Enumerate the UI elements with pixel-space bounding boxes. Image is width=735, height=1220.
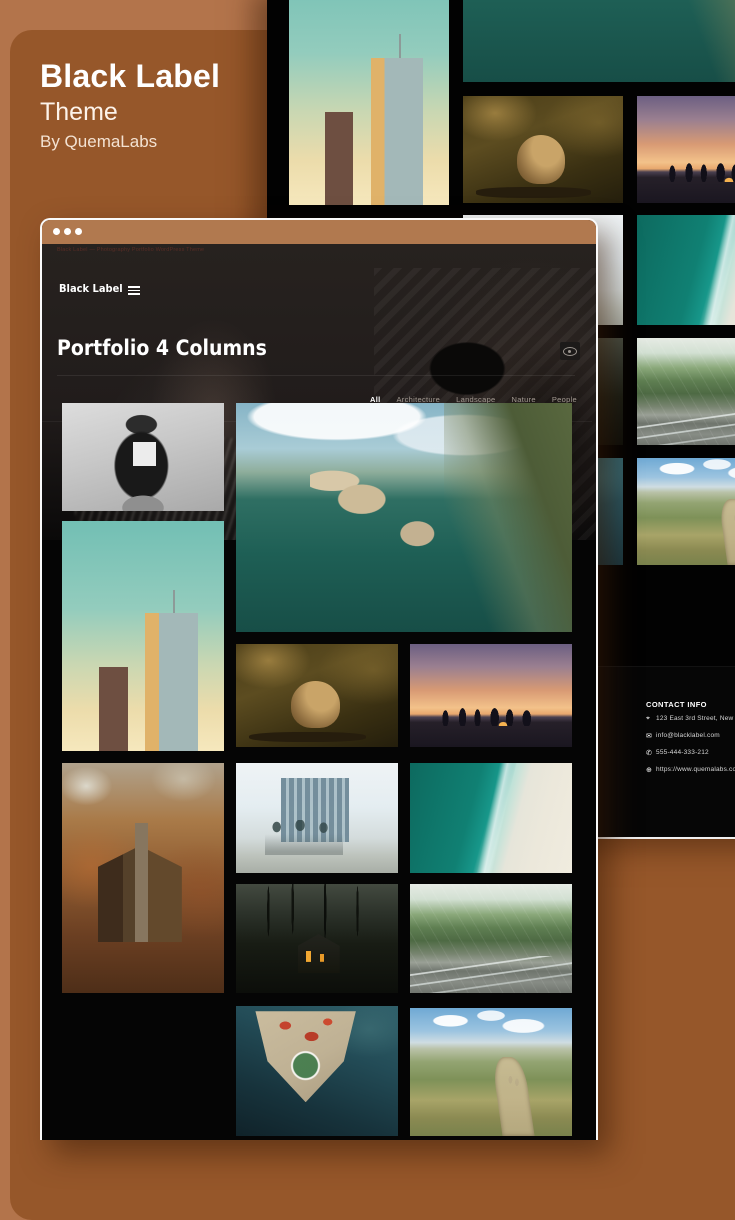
window-dot-icon[interactable] <box>64 228 71 235</box>
window-dot-icon[interactable] <box>75 228 82 235</box>
photo-autumn-cabin[interactable] <box>62 763 224 993</box>
site-logo[interactable]: Black Label <box>59 282 123 295</box>
photo-fashion-model[interactable] <box>62 403 224 511</box>
photo-night-cabin[interactable] <box>236 884 398 993</box>
contact-website-text: https://www.quemalabs.com <box>656 766 735 773</box>
contact-website-row[interactable]: ⊕ https://www.quemalabs.com <box>646 762 735 777</box>
faint-page-title-text: Black Label — Photography Portfolio Word… <box>57 247 205 253</box>
page-title: Portfolio 4 Columns <box>57 336 267 360</box>
photo-hill-path[interactable] <box>410 1008 572 1136</box>
divider <box>57 375 575 376</box>
photo-sunset-people[interactable] <box>410 644 572 747</box>
view-options-button[interactable] <box>560 342 580 360</box>
contact-address-row: ⌖ 123 East 3rd Street, New York <box>646 711 735 726</box>
photo-ocean-cliffs[interactable] <box>236 403 572 632</box>
window-control-dots <box>53 228 82 235</box>
photo-teal-shore[interactable] <box>637 215 735 325</box>
contact-email-text: info@blacklabel.com <box>656 732 720 739</box>
photo-train-tracks[interactable] <box>637 338 735 445</box>
front-browser-window: Black Label — Photography Portfolio Word… <box>40 218 598 1140</box>
promo-byline: By QuemaLabs <box>40 132 158 151</box>
contact-info-block: CONTACT INFO ⌖ 123 East 3rd Street, New … <box>646 700 735 777</box>
photo-teal-skyscraper[interactable] <box>289 0 449 205</box>
contact-email-row[interactable]: ✉ info@blacklabel.com <box>646 728 735 743</box>
eye-icon <box>563 347 577 356</box>
photo-monkey[interactable] <box>463 96 623 203</box>
window-titlebar <box>42 220 596 244</box>
window-dot-icon[interactable] <box>53 228 60 235</box>
photo-teal-skyscraper[interactable] <box>62 521 224 751</box>
photo-ocean-cliffs[interactable] <box>463 0 735 82</box>
contact-info-heading: CONTACT INFO <box>646 700 707 709</box>
promo-subtitle: Theme <box>40 98 118 126</box>
promo-title: Black Label <box>40 58 221 94</box>
photo-teal-shore[interactable] <box>410 763 572 873</box>
hamburger-icon[interactable] <box>128 286 140 295</box>
photo-sunset-people[interactable] <box>637 96 735 203</box>
contact-phone-row[interactable]: ✆ 555-444-333-212 <box>646 745 735 760</box>
photo-monkey[interactable] <box>236 644 398 747</box>
photo-foggy-building[interactable] <box>236 763 398 873</box>
location-pin-icon: ⌖ <box>646 714 650 722</box>
globe-icon: ⊕ <box>646 766 652 774</box>
photo-harbor-aerial[interactable] <box>236 1006 398 1136</box>
photo-train-tracks[interactable] <box>410 884 572 993</box>
photo-hill-path[interactable] <box>637 458 735 565</box>
contact-address-text: 123 East 3rd Street, New York <box>656 715 735 722</box>
email-icon: ✉ <box>646 732 652 740</box>
contact-phone-text: 555-444-333-212 <box>656 749 709 756</box>
phone-icon: ✆ <box>646 749 652 757</box>
